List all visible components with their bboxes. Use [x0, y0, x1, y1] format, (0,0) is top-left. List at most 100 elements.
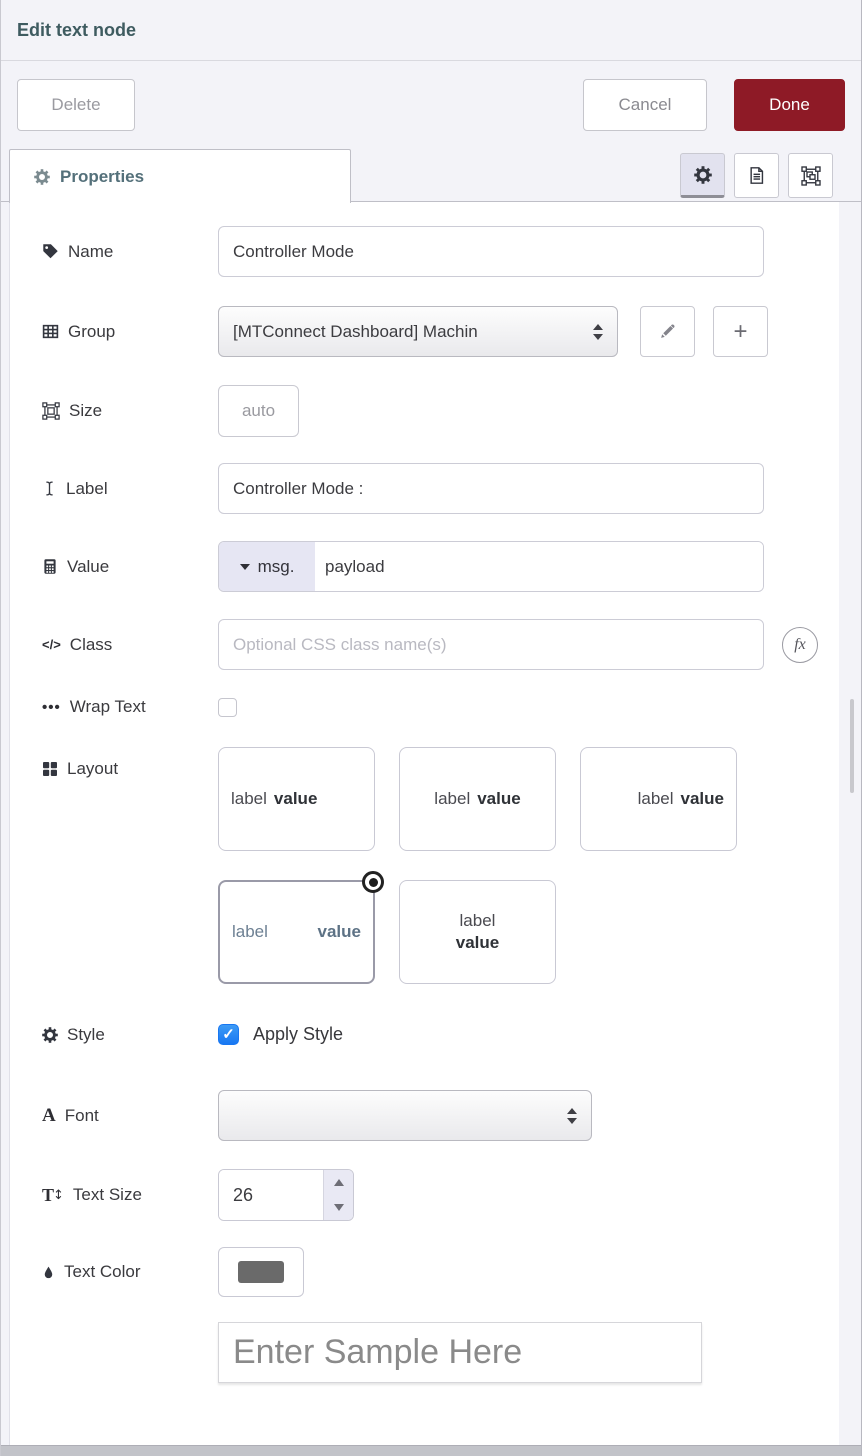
layout-options: label value label value label value [218, 747, 737, 984]
label-input[interactable] [218, 463, 764, 514]
font-icon: A [42, 1105, 56, 1127]
spinner-up-button[interactable] [324, 1170, 353, 1195]
class-input[interactable] [218, 619, 764, 670]
layout-label: Layout [67, 759, 118, 779]
wrap-text-label-group: ••• Wrap Text [42, 697, 218, 717]
appearance-tool-button[interactable] [788, 153, 833, 198]
document-icon [747, 166, 766, 185]
text-color-row: Text Color [42, 1247, 839, 1297]
apply-style-label: Apply Style [253, 1024, 343, 1045]
dialog-body: Name Group [MTConnec [1, 202, 861, 1456]
layout-option-stacked[interactable]: label value [399, 880, 556, 984]
layout-sample-label: label [460, 911, 496, 931]
text-color-button[interactable] [218, 1247, 304, 1297]
size-label-group: Size [42, 401, 218, 421]
i-cursor-icon [42, 480, 57, 497]
layout-sample-label: label [638, 789, 674, 809]
size-auto-button[interactable]: auto [218, 385, 299, 437]
sample-text-input[interactable] [218, 1322, 702, 1383]
delete-button[interactable]: Delete [17, 79, 135, 131]
wrap-text-checkbox[interactable] [218, 698, 237, 717]
font-select[interactable] [218, 1090, 592, 1141]
dialog-bottom-edge [1, 1445, 861, 1456]
label-label-group: Label [42, 479, 218, 499]
font-label: Font [65, 1106, 99, 1126]
calculator-icon [42, 558, 58, 575]
group-select-value: [MTConnect Dashboard] Machin [233, 322, 585, 342]
edit-group-button[interactable] [640, 306, 695, 357]
caret-down-icon [240, 564, 250, 570]
spinner-buttons [323, 1170, 353, 1220]
spinner-down-button[interactable] [324, 1195, 353, 1220]
scrollbar-thumb[interactable] [850, 699, 854, 793]
expression-fx-button[interactable]: fx [782, 627, 818, 663]
style-row: Style Apply Style [42, 1024, 839, 1045]
tag-icon [42, 243, 59, 260]
group-select[interactable]: [MTConnect Dashboard] Machin [218, 306, 618, 357]
selected-radio-icon [362, 871, 384, 893]
class-label-group: </> Class [42, 635, 218, 655]
properties-tool-button[interactable] [680, 153, 725, 198]
wrap-text-row: ••• Wrap Text [42, 697, 839, 717]
value-typed-input: msg. [218, 541, 764, 592]
dialog-button-row: Delete Cancel Done [1, 61, 861, 149]
plus-icon: + [733, 320, 747, 344]
text-color-label: Text Color [64, 1262, 141, 1282]
size-label: Size [69, 401, 102, 421]
class-field-label: Class [70, 635, 113, 655]
description-tool-button[interactable] [734, 153, 779, 198]
sample-row [42, 1322, 839, 1383]
cancel-button[interactable]: Cancel [583, 79, 707, 131]
apply-style-checkbox[interactable] [218, 1024, 239, 1045]
object-group-icon [801, 166, 821, 186]
group-label: Group [68, 322, 115, 342]
dialog-header: Edit text node [1, 0, 861, 61]
value-type-select[interactable]: msg. [219, 542, 315, 591]
size-row: Size auto [42, 385, 839, 437]
layout-sample-value: value [456, 933, 499, 953]
text-size-input[interactable] [219, 1170, 323, 1220]
add-group-button[interactable]: + [713, 306, 768, 357]
layout-option-center[interactable]: label value [399, 747, 556, 851]
gear-icon [34, 169, 50, 185]
object-group-icon [42, 402, 60, 420]
text-color-label-group: Text Color [42, 1262, 218, 1282]
tab-bar-tools [351, 149, 861, 202]
properties-form: Name Group [MTConnec [9, 202, 839, 1456]
select-arrows-icon [593, 324, 603, 340]
label-field-label: Label [66, 479, 108, 499]
layout-option-right[interactable]: label value [580, 747, 737, 851]
layout-option-spread-selected[interactable]: label value [218, 880, 375, 984]
group-row: Group [MTConnect Dashboard] Machin [42, 306, 839, 357]
layout-sample-value: value [477, 789, 520, 809]
droplet-icon [42, 1264, 55, 1281]
value-label-group: Value [42, 557, 218, 577]
color-swatch [238, 1261, 284, 1283]
done-button[interactable]: Done [734, 79, 845, 131]
ellipsis-icon: ••• [42, 699, 61, 716]
value-row: Value msg. [42, 541, 839, 592]
style-label-group: Style [42, 1025, 218, 1045]
layout-sample-label: label [231, 789, 267, 809]
text-size-label: Text Size [73, 1185, 142, 1205]
gear-icon [42, 1027, 58, 1043]
name-input[interactable] [218, 226, 764, 277]
tab-properties[interactable]: Properties [9, 149, 351, 203]
layout-sample-value: value [318, 922, 361, 942]
layout-sample-value: value [274, 789, 317, 809]
layout-label-group: Layout [42, 759, 218, 779]
layout-option-left[interactable]: label value [218, 747, 375, 851]
layout-sample-label: label [434, 789, 470, 809]
dialog-title: Edit text node [17, 20, 136, 41]
tab-bar: Properties [1, 149, 861, 202]
layout-sample-value: value [681, 789, 724, 809]
table-icon [42, 323, 59, 340]
value-input[interactable] [315, 542, 763, 591]
name-label: Name [68, 242, 113, 262]
pencil-icon [659, 323, 676, 340]
style-label: Style [67, 1025, 105, 1045]
group-label-group: Group [42, 322, 218, 342]
layout-sample-label: label [232, 922, 268, 942]
layout-row: Layout label value label value label [42, 747, 839, 984]
gear-icon [694, 166, 712, 184]
